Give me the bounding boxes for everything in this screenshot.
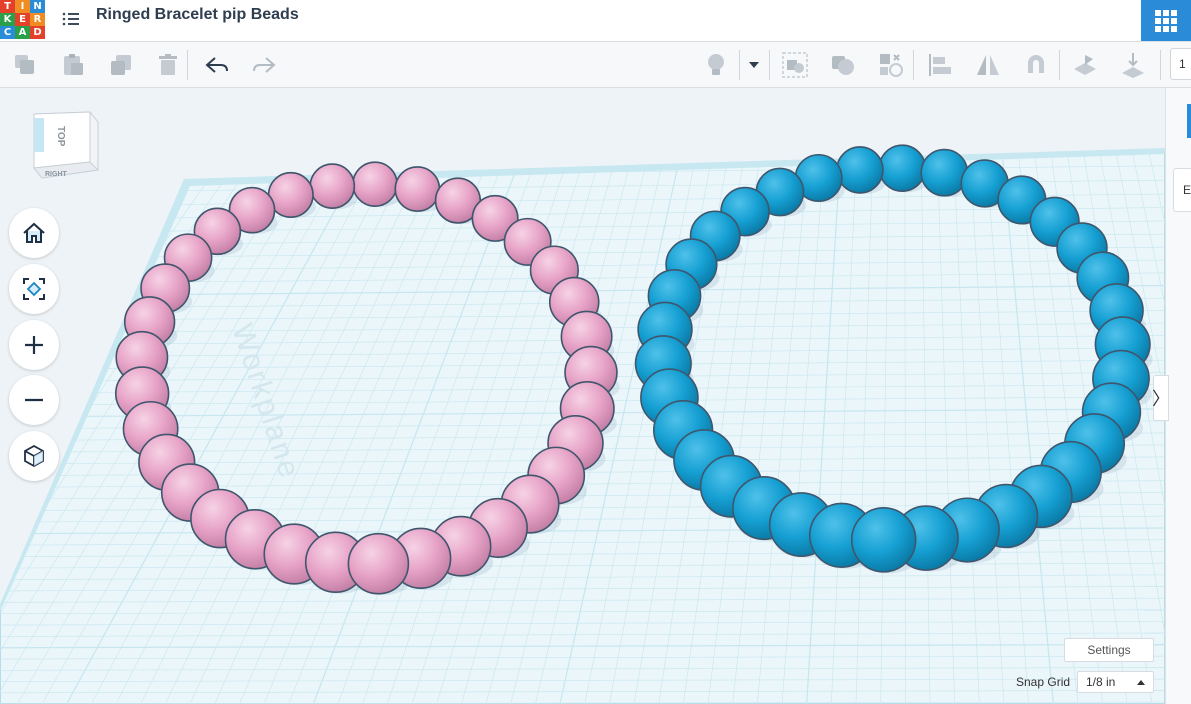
delete-icon[interactable] [153, 50, 183, 80]
dropdown-caret-icon[interactable] [740, 50, 768, 80]
logo-letter: D [30, 26, 45, 39]
zoom-out-button[interactable] [9, 375, 59, 425]
bead-sphere[interactable] [352, 161, 398, 207]
viewcube-right-label[interactable]: RIGHT [45, 171, 68, 178]
design-title[interactable]: Ringed Bracelet pip Beads [96, 6, 299, 24]
bead-sphere[interactable] [394, 166, 441, 212]
home-icon [23, 222, 45, 243]
copy-icon[interactable] [10, 50, 40, 80]
logo-letter: I [15, 0, 30, 13]
caret-up-icon [1137, 680, 1145, 685]
toolbar-divider [1160, 50, 1161, 80]
logo-letter: R [30, 13, 45, 26]
bead-sphere[interactable] [920, 148, 969, 197]
bead-sphere[interactable] [850, 507, 917, 573]
group-icon[interactable] [780, 50, 810, 80]
paste-icon[interactable] [58, 50, 88, 80]
zoom-in-icon [25, 336, 43, 354]
workplane-viewport[interactable]: Workplane [0, 88, 1166, 704]
list-menu-icon[interactable] [60, 8, 82, 30]
align-icon[interactable] [925, 50, 955, 80]
panel-tab[interactable]: E [1173, 168, 1191, 212]
toolbar-divider [769, 50, 770, 80]
header-bar: TIN KER CAD Ringed Bracelet pip Beads [0, 0, 1191, 42]
panel-collapse-toggle[interactable]: 〉 [1152, 375, 1170, 421]
snap-grid-label: Snap Grid [1016, 675, 1071, 689]
logo-letter: K [0, 13, 15, 26]
tinkercad-logo[interactable]: TIN KER CAD [0, 0, 45, 40]
bead-sphere[interactable] [309, 163, 356, 209]
fit-all-button[interactable] [9, 264, 59, 314]
toolbar-divider [187, 50, 188, 80]
bead-sphere[interactable] [836, 146, 884, 194]
perspective-cube-icon [24, 444, 44, 468]
view-cube[interactable]: TOP RIGHT [28, 110, 100, 190]
toolbar-edge-field[interactable]: 1 [1170, 48, 1191, 80]
magnet-icon[interactable] [1021, 50, 1051, 80]
redo-icon[interactable] [249, 50, 279, 80]
perspective-toggle-button[interactable] [9, 431, 59, 481]
snap-grid-value: 1/8 in [1086, 675, 1116, 689]
logo-letter: C [0, 26, 15, 39]
ruler-icon[interactable] [1118, 50, 1148, 80]
logo-letter: N [30, 0, 45, 13]
bead-sphere[interactable] [878, 144, 927, 192]
logo-letter: E [15, 13, 30, 26]
tinkercad-app: TINKERCAD Ringed Bracelet pip Beads 1 Wo… [0, 0, 1191, 704]
apps-grid-button[interactable] [1141, 0, 1191, 41]
zoom-in-button[interactable] [9, 320, 59, 370]
zoom-out-icon [25, 398, 43, 402]
home-view-button[interactable] [9, 208, 59, 258]
logo-letter: T [0, 0, 15, 13]
ungroup-icon[interactable] [828, 50, 858, 80]
logo-letter: A [15, 26, 30, 39]
toolbar [0, 42, 1191, 88]
bead-sphere[interactable] [347, 532, 410, 595]
toolbar-divider [913, 50, 914, 80]
viewcube-top-label[interactable]: TOP [55, 126, 66, 147]
toolbar-divider [1059, 50, 1060, 80]
snap-grid-select[interactable]: 1/8 in [1077, 671, 1154, 693]
fit-all-icon [23, 278, 45, 300]
settings-button[interactable]: Settings [1064, 638, 1154, 662]
hole-solid-icon[interactable] [876, 50, 906, 80]
3d-workspace[interactable]: Workplane [0, 88, 1166, 704]
mirror-icon[interactable] [973, 50, 1003, 80]
lightbulb-icon[interactable] [701, 50, 731, 80]
panel-accent-bar [1187, 104, 1191, 138]
duplicate-icon[interactable] [106, 50, 136, 80]
undo-icon[interactable] [202, 50, 232, 80]
workplane-icon[interactable] [1070, 50, 1100, 80]
apps-grid-icon [1155, 9, 1177, 32]
